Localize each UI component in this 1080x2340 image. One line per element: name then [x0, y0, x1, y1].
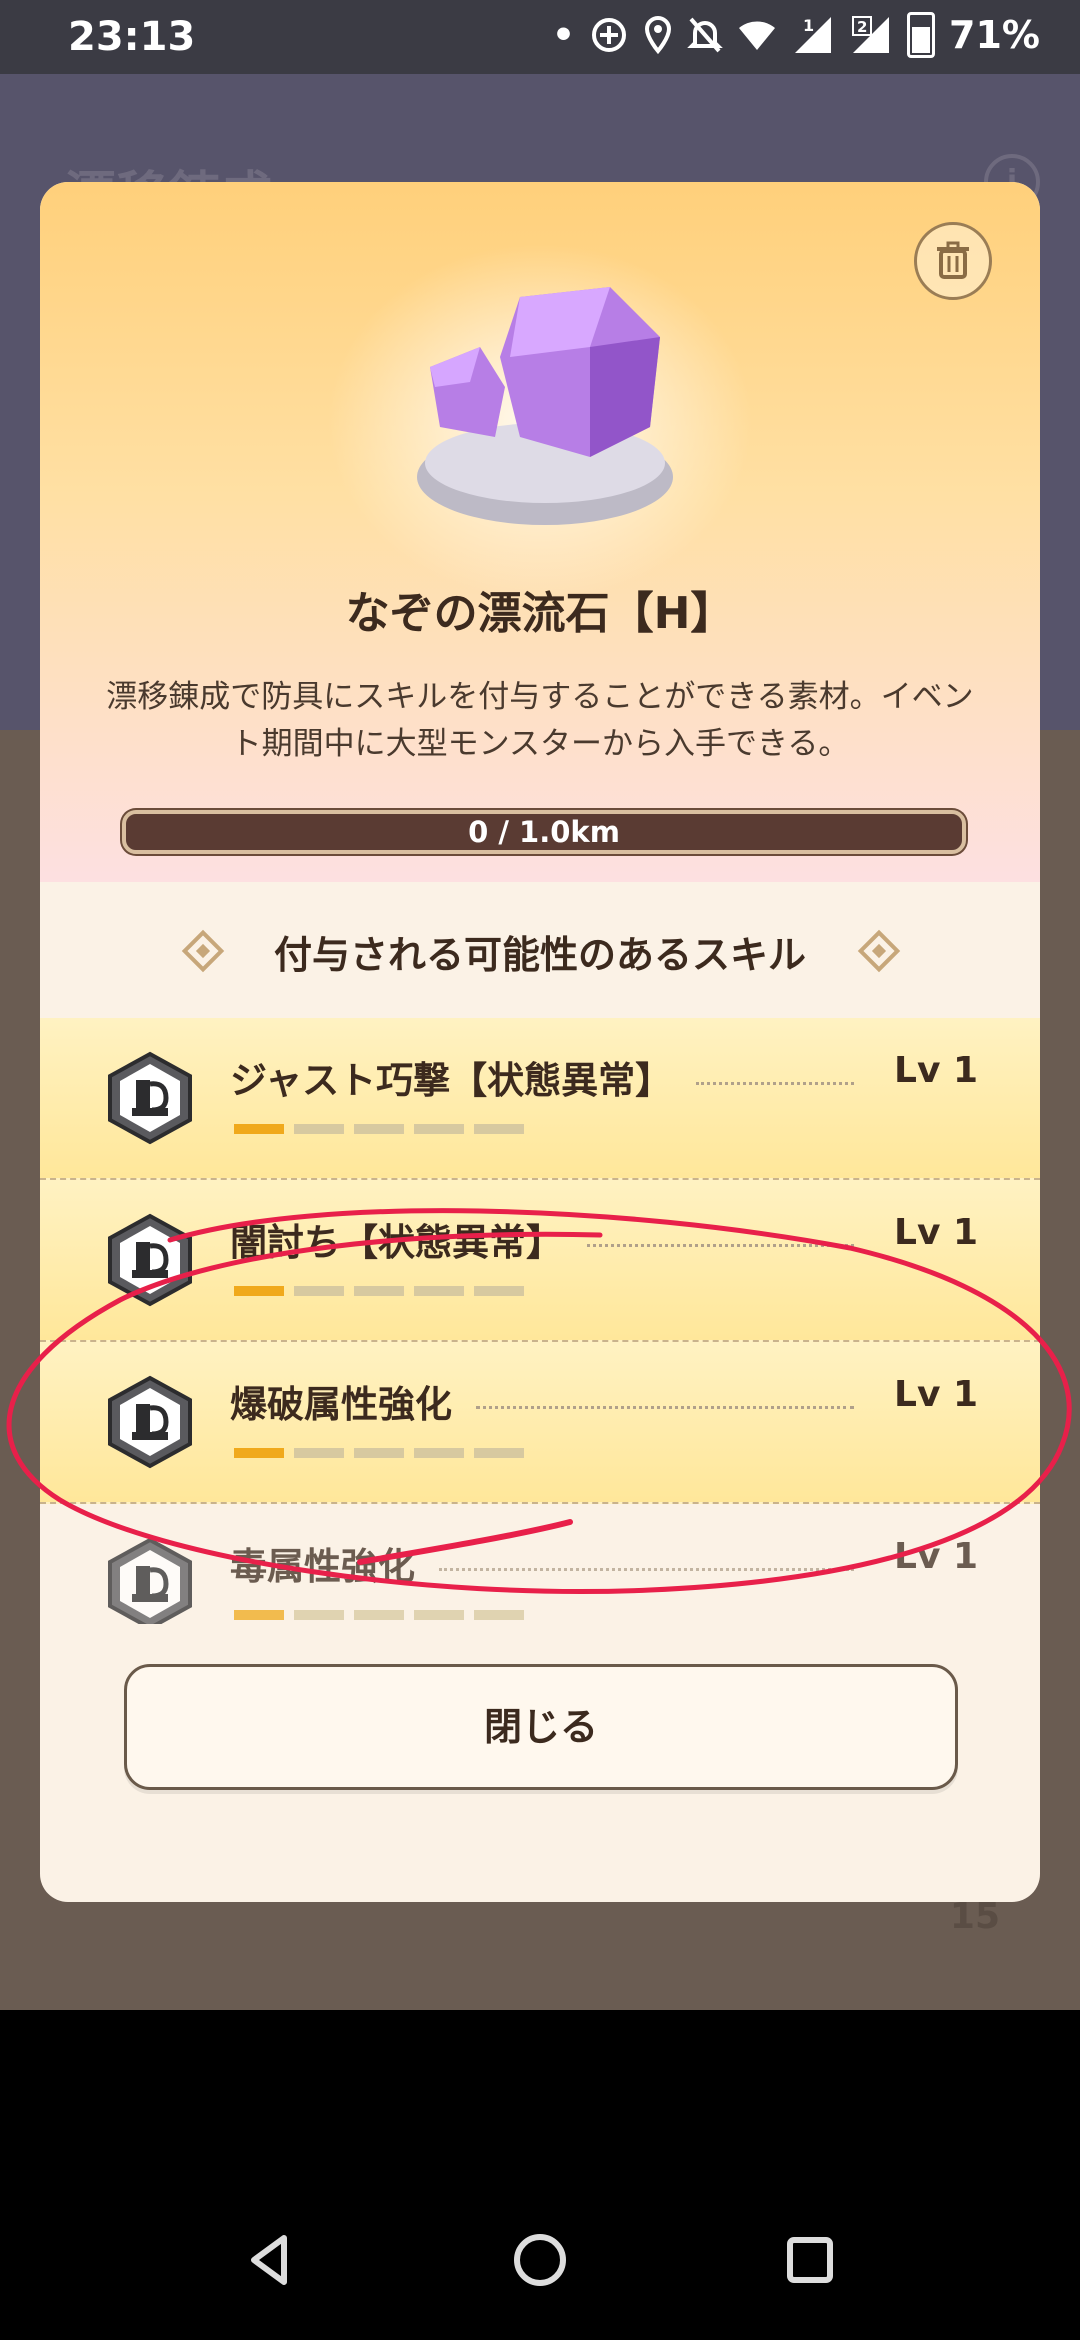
notification-dot-icon: • — [552, 14, 576, 56]
progress-text: 0 / 1.0km — [468, 815, 620, 849]
skill-badge-icon — [102, 1212, 198, 1308]
skill-level: Lv 1 — [894, 1212, 978, 1253]
sim1-badge: 1 — [803, 16, 814, 35]
skill-level-bars — [234, 1286, 524, 1296]
trash-button[interactable] — [914, 222, 992, 300]
skill-leader-dots — [439, 1568, 854, 1571]
level-segment — [234, 1448, 284, 1458]
skill-row[interactable]: 闇討ち【状態異常】 Lv 1 — [40, 1180, 1040, 1342]
level-segment — [294, 1124, 344, 1134]
sim2-badge: 2 — [857, 18, 867, 36]
level-segment — [414, 1448, 464, 1458]
wifi-icon — [739, 21, 776, 50]
skill-name: 爆破属性強化 — [230, 1383, 452, 1426]
battery-percent: 71% — [949, 13, 1040, 57]
skill-row[interactable]: ジャスト巧撃【状態異常】 Lv 1 — [40, 1018, 1040, 1180]
skill-list[interactable]: ジャスト巧撃【状態異常】 Lv 1 闇討ち【状態異常】 Lv 1 爆破属性強化 Lv 1毒… — [40, 1018, 1040, 1624]
recents-icon[interactable] — [780, 2230, 840, 2290]
level-segment — [234, 1124, 284, 1134]
level-segment — [414, 1610, 464, 1620]
level-segment — [474, 1448, 524, 1458]
level-segment — [354, 1610, 404, 1620]
skill-level: Lv 1 — [894, 1374, 978, 1415]
level-segment — [294, 1610, 344, 1620]
mute-bell-icon — [687, 17, 723, 53]
skill-row[interactable]: 毒属性強化 Lv 1 — [40, 1504, 1040, 1624]
level-segment — [234, 1610, 284, 1620]
skill-name: 闇討ち【状態異常】 — [230, 1221, 563, 1264]
skill-badge-icon — [102, 1374, 198, 1470]
battery-icon — [907, 12, 936, 58]
level-segment — [474, 1610, 524, 1620]
signal-sim1-icon: 1 — [795, 16, 832, 53]
level-segment — [474, 1124, 524, 1134]
level-segment — [414, 1286, 464, 1296]
skill-name: 毒属性強化 — [230, 1545, 415, 1588]
signal-sim2-icon: 2 — [852, 16, 890, 53]
skill-leader-dots — [476, 1406, 854, 1409]
skill-level-bars — [234, 1124, 524, 1134]
distance-progress-bar: 0 / 1.0km — [122, 810, 966, 854]
close-button[interactable]: 閉じる — [124, 1664, 958, 1790]
skill-level: Lv 1 — [894, 1536, 978, 1577]
item-description: 漂移錬成で防具にスキルを付与することができる素材。イベント期間中に大型モンスター… — [106, 679, 974, 762]
skill-name: ジャスト巧撃【状態異常】 — [230, 1059, 673, 1102]
item-detail-modal: なぞの漂流石【H】 漂移錬成で防具にスキルを付与することができる素材。イベント期… — [40, 182, 1040, 1902]
skill-level-bars — [234, 1448, 524, 1458]
status-time: 23:13 — [68, 14, 196, 60]
skill-level-bars — [234, 1610, 524, 1620]
trash-icon — [937, 241, 969, 279]
skill-row[interactable]: 爆破属性強化 Lv 1 — [40, 1342, 1040, 1504]
skill-level: Lv 1 — [894, 1050, 978, 1091]
level-segment — [354, 1448, 404, 1458]
level-segment — [294, 1286, 344, 1296]
level-segment — [414, 1124, 464, 1134]
level-segment — [234, 1286, 284, 1296]
skill-leader-dots — [587, 1244, 854, 1247]
back-icon[interactable] — [240, 2230, 300, 2290]
status-icons: • 1 2 71% — [552, 12, 1040, 58]
level-segment — [294, 1448, 344, 1458]
data-saver-icon — [592, 18, 627, 52]
home-icon[interactable] — [510, 2230, 570, 2290]
level-segment — [354, 1124, 404, 1134]
background-count: 15 — [949, 1896, 1000, 1937]
navigation-bar — [0, 2010, 1080, 2340]
level-segment — [474, 1286, 524, 1296]
item-name: なぞの漂流石【H】 — [345, 588, 735, 639]
level-segment — [354, 1286, 404, 1296]
location-icon — [645, 15, 672, 55]
skill-leader-dots — [696, 1082, 854, 1085]
skill-badge-icon — [102, 1050, 198, 1146]
drift-stone-icon — [417, 287, 673, 525]
status-bar: 23:13 • 1 2 71% — [0, 0, 1080, 74]
modal-header: なぞの漂流石【H】 漂移錬成で防具にスキルを付与することができる素材。イベント期… — [40, 182, 1040, 882]
skill-badge-icon — [102, 1536, 198, 1624]
